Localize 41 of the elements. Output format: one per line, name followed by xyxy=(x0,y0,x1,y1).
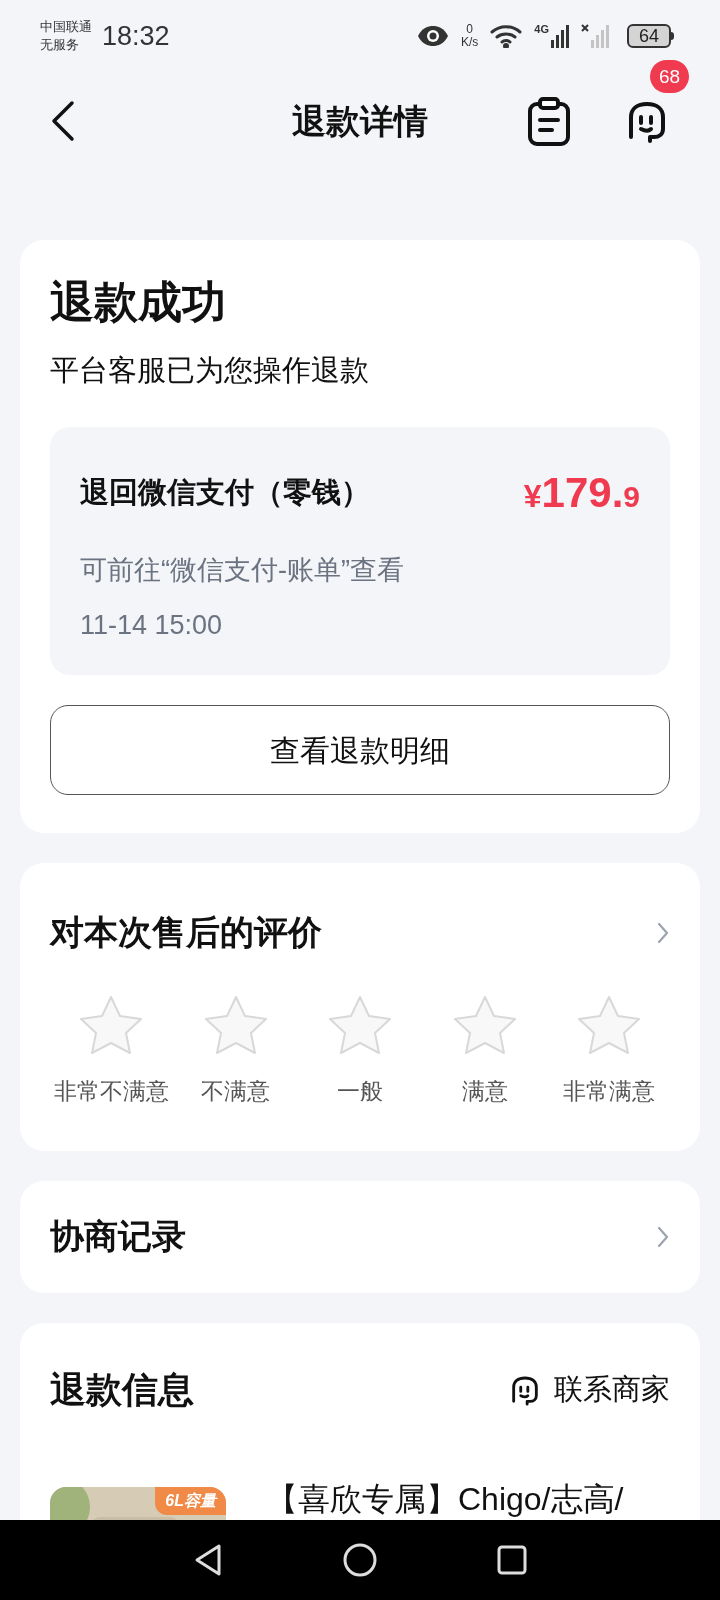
service-status: 无服务 xyxy=(40,36,80,54)
refund-info-title: 退款信息 xyxy=(50,1367,194,1412)
refund-hint: 可前往“微信支付-账单”查看 xyxy=(80,554,405,587)
rating-option-label: 不满意 xyxy=(201,1077,270,1106)
negotiation-record-title: 协商记录 xyxy=(50,1216,186,1257)
network-type: 4G xyxy=(534,24,549,35)
negotiation-record-row[interactable]: 协商记录 xyxy=(20,1180,700,1293)
product-tag: 6L容量 xyxy=(155,1486,226,1515)
refund-time: 11-14 15:00 xyxy=(80,608,224,642)
refund-amount: ¥179.9 xyxy=(523,468,640,518)
refund-status-description: 平台客服已为您操作退款 xyxy=(50,356,370,385)
chevron-right-icon xyxy=(656,1224,670,1249)
clock-time: 18:32 xyxy=(102,19,170,53)
rating-option-label: 非常不满意 xyxy=(53,1077,169,1106)
rating-option-label: 满意 xyxy=(461,1077,508,1106)
star-icon[interactable] xyxy=(202,994,269,1056)
star-icon[interactable] xyxy=(576,994,642,1056)
star-icon[interactable] xyxy=(78,994,144,1056)
refund-status-title: 退款成功 xyxy=(50,280,227,324)
product-title: 【喜欣专属】Chigo/志高/ xyxy=(266,1482,624,1515)
star-icon[interactable] xyxy=(451,994,518,1056)
home-icon[interactable] xyxy=(343,1543,377,1577)
rating-option-label: 一般 xyxy=(337,1077,383,1106)
signal-icon xyxy=(551,24,569,48)
chevron-right-icon xyxy=(656,920,670,945)
refund-destination: 退回微信支付（零钱） xyxy=(80,474,370,510)
back-icon[interactable] xyxy=(193,1543,223,1577)
message-count-badge: 68 xyxy=(650,60,690,93)
battery-indicator: 64 xyxy=(627,24,674,48)
rating-title: 对本次售后的评价 xyxy=(50,912,322,953)
star-icon[interactable] xyxy=(327,994,393,1056)
page-title: 退款详情 xyxy=(292,100,428,142)
view-refund-details-button[interactable]: 查看退款明细 xyxy=(50,705,670,795)
rating-option-label: 非常满意 xyxy=(563,1077,655,1106)
network-speed-value: 0 xyxy=(466,23,473,36)
wifi-icon xyxy=(490,24,523,48)
eye-icon xyxy=(416,25,449,47)
recents-icon[interactable] xyxy=(497,1545,527,1575)
network-speed-unit: K/s xyxy=(460,36,479,49)
carrier-name: 中国联通 xyxy=(40,18,92,36)
contact-merchant-button[interactable]: 联系商家 xyxy=(508,1367,670,1412)
